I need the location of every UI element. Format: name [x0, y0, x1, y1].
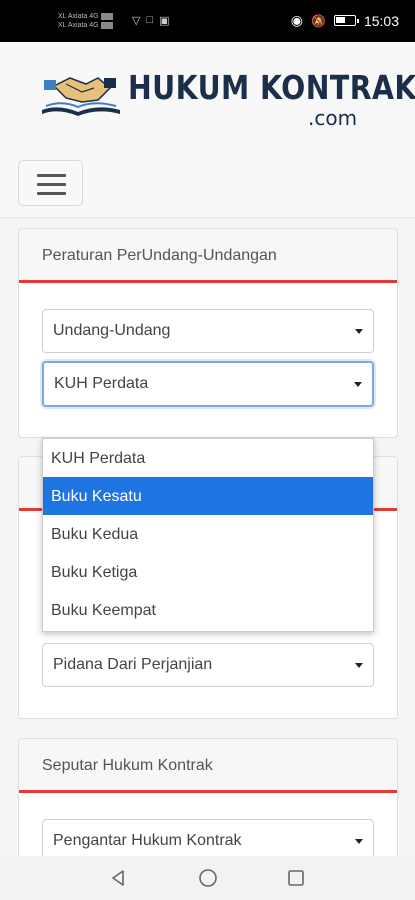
caret-down-icon [354, 382, 362, 387]
dropdown-option[interactable]: Buku Keempat [43, 591, 373, 629]
menu-toggle-button[interactable] [18, 160, 83, 206]
select-pidana[interactable]: Pidana Dari Perjanjian [42, 643, 374, 687]
logo-title: HUKUM KONTRAK [128, 68, 415, 107]
carrier-line-2: XL Axiata 4G [58, 22, 99, 29]
chat-icon: □ [146, 14, 154, 26]
carrier-info: XL Axiata 4G XL Axiata 4G [58, 12, 113, 30]
select-value: Undang-Undang [53, 322, 171, 339]
system-nav-bar [0, 856, 415, 900]
site-header: HUKUM KONTRAK .com [0, 42, 415, 218]
dropdown-option[interactable]: Buku Ketiga [43, 553, 373, 591]
card-title: Seputar Hukum Kontrak [19, 739, 397, 793]
notification-icons: ▽ □ ▣ [132, 14, 170, 27]
eye-icon: ◉ [290, 12, 303, 28]
dropdown-option-selected[interactable]: Buku Kesatu [43, 477, 373, 515]
back-triangle-icon[interactable] [108, 868, 128, 888]
select-value: KUH Perdata [54, 375, 149, 392]
handshake-logo-icon [42, 77, 120, 116]
battery-icon [333, 15, 359, 26]
wifi-icon: ▽ [132, 15, 141, 27]
caret-down-icon [355, 839, 363, 844]
status-right: ◉ 🔕 15:03 [291, 12, 399, 29]
dropdown-list: KUH Perdata Buku Kesatu Buku Kedua Buku … [42, 438, 374, 632]
recents-square-icon[interactable] [286, 868, 306, 888]
dropdown-option[interactable]: KUH Perdata [43, 439, 373, 477]
carrier-line-1: XL Axiata 4G [58, 13, 99, 20]
card-title: Peraturan PerUndang-Undangan [19, 229, 397, 283]
signal-icon-2 [100, 21, 113, 29]
card-seputar: Seputar Hukum Kontrak Pengantar Hukum Ko… [18, 738, 398, 868]
signal-icon [100, 12, 113, 20]
dropdown-option[interactable]: Buku Kedua [43, 515, 373, 553]
caret-down-icon [355, 329, 363, 334]
status-bar: XL Axiata 4G XL Axiata 4G ▽ □ ▣ ◉ 🔕 15:0… [0, 0, 415, 42]
logo-domain: .com [308, 106, 358, 130]
site-logo[interactable]: HUKUM KONTRAK .com [38, 64, 415, 134]
clock: 15:03 [363, 12, 399, 29]
card-peraturan: Peraturan PerUndang-Undangan Undang-Unda… [18, 228, 398, 438]
select-undang-undang[interactable]: Undang-Undang [42, 309, 374, 353]
select-value: Pengantar Hukum Kontrak [53, 832, 242, 849]
select-value: Pidana Dari Perjanjian [53, 656, 213, 673]
photo-icon: ▣ [159, 15, 170, 27]
select-kuh-perdata[interactable]: KUH Perdata [42, 361, 374, 407]
caret-down-icon [355, 663, 363, 668]
home-circle-icon[interactable] [198, 868, 218, 888]
mute-icon: 🔕 [311, 13, 326, 28]
